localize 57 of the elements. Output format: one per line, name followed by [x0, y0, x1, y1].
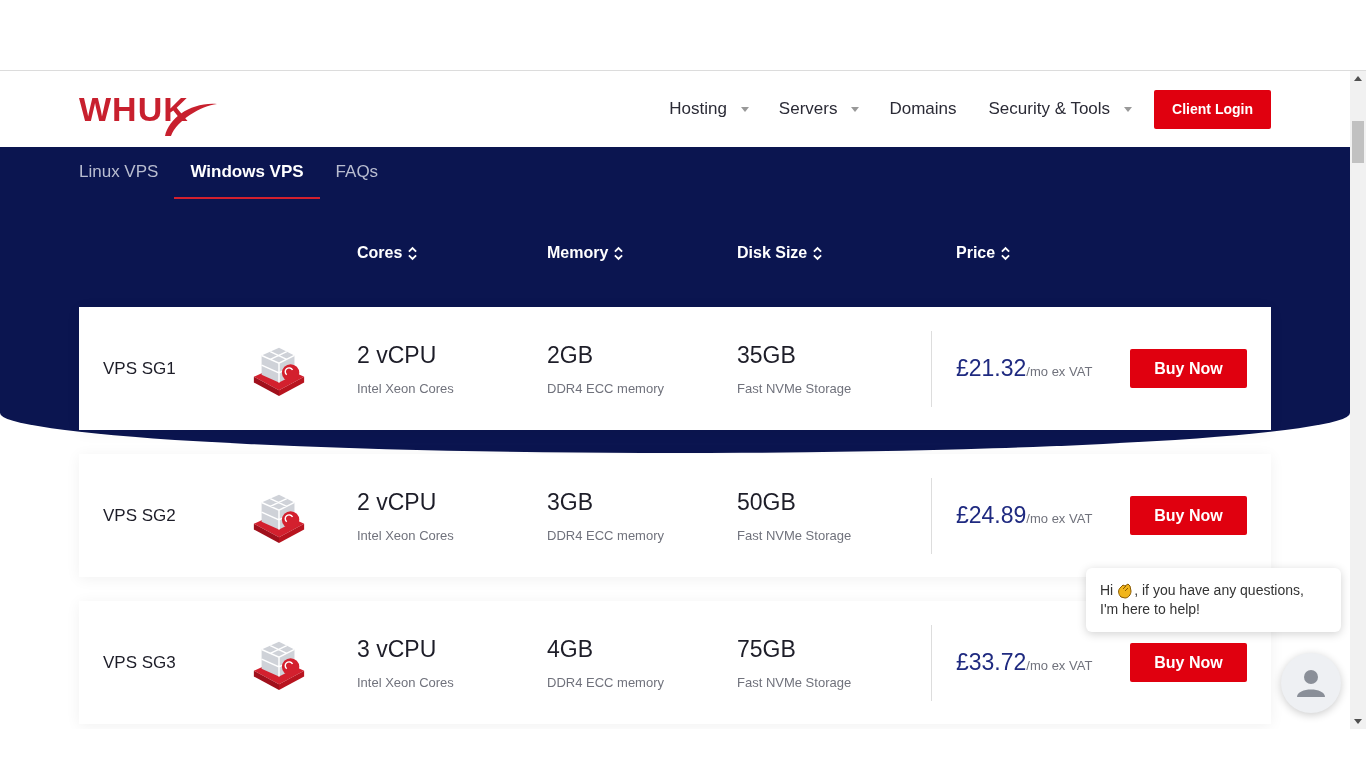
memory-value: 3GB: [547, 488, 595, 516]
memory-note: DDR4 ECC memory: [547, 527, 665, 543]
column-header[interactable]: Disk Size: [737, 244, 823, 262]
plan-name: VPS SG2: [103, 505, 177, 526]
scroll-down-icon[interactable]: [1354, 719, 1362, 724]
chat-message: , if you have any questions,: [1134, 581, 1304, 600]
plan-name: VPS SG1: [103, 358, 177, 379]
disk-value: 50GB: [737, 488, 797, 516]
scrollbar-thumb[interactable]: [1352, 121, 1364, 163]
memory-value: 4GB: [547, 635, 595, 663]
sort-icon: [614, 245, 624, 261]
clapping-hands-icon: [1117, 582, 1134, 599]
disk-note: Fast NVMe Storage: [737, 527, 853, 543]
buy-now-button[interactable]: Buy Now: [1130, 349, 1247, 388]
sort-icon: [1001, 245, 1011, 261]
cores-value: 2 vCPU: [357, 341, 438, 369]
nav-link[interactable]: Security & Tools: [988, 99, 1111, 119]
scrollbar[interactable]: [1350, 71, 1366, 729]
nav-link[interactable]: Hosting: [669, 99, 727, 119]
cores-value: 3 vCPU: [357, 635, 438, 663]
chat-message: I'm here to help!: [1100, 601, 1200, 617]
client-login-button[interactable]: Client Login: [1154, 89, 1271, 129]
logo[interactable]: WHUK: [79, 89, 189, 129]
tab[interactable]: Linux VPS: [79, 147, 175, 199]
cores-note: Intel Xeon Cores: [357, 674, 455, 690]
nav-link[interactable]: Domains: [889, 99, 957, 119]
tab[interactable]: FAQs: [319, 147, 395, 199]
column-header[interactable]: Cores: [357, 244, 418, 262]
column-header[interactable]: Price: [932, 244, 1011, 262]
price-note: /mo ex VAT: [1026, 511, 1093, 526]
nav-link[interactable]: Servers: [778, 99, 838, 119]
buy-now-button[interactable]: Buy Now: [1130, 496, 1247, 535]
price-note: /mo ex VAT: [1026, 364, 1093, 379]
scroll-up-icon[interactable]: [1354, 76, 1362, 81]
disk-note: Fast NVMe Storage: [737, 674, 853, 690]
disk-value: 35GB: [737, 341, 797, 369]
price: £33.72: [956, 649, 1027, 676]
cores-note: Intel Xeon Cores: [357, 527, 455, 543]
tab[interactable]: Windows VPS: [174, 147, 320, 199]
greeting-text: Hi: [1100, 581, 1114, 600]
cores-value: 2 vCPU: [357, 488, 438, 516]
sort-icon: [813, 245, 823, 261]
disk-value: 75GB: [737, 635, 797, 663]
memory-value: 2GB: [547, 341, 595, 369]
memory-note: DDR4 ECC memory: [547, 380, 665, 396]
column-header[interactable]: Memory: [547, 244, 624, 262]
price: £21.32: [956, 355, 1027, 382]
memory-note: DDR4 ECC memory: [547, 674, 665, 690]
buy-now-button[interactable]: Buy Now: [1130, 643, 1247, 682]
disk-note: Fast NVMe Storage: [737, 380, 853, 396]
chat-button[interactable]: [1281, 653, 1341, 713]
cores-note: Intel Xeon Cores: [357, 380, 455, 396]
sort-icon: [408, 245, 418, 261]
user-avatar-icon: [1295, 667, 1327, 699]
plan-name: VPS SG3: [103, 652, 177, 673]
price: £24.89: [956, 502, 1027, 529]
price-note: /mo ex VAT: [1026, 658, 1093, 673]
